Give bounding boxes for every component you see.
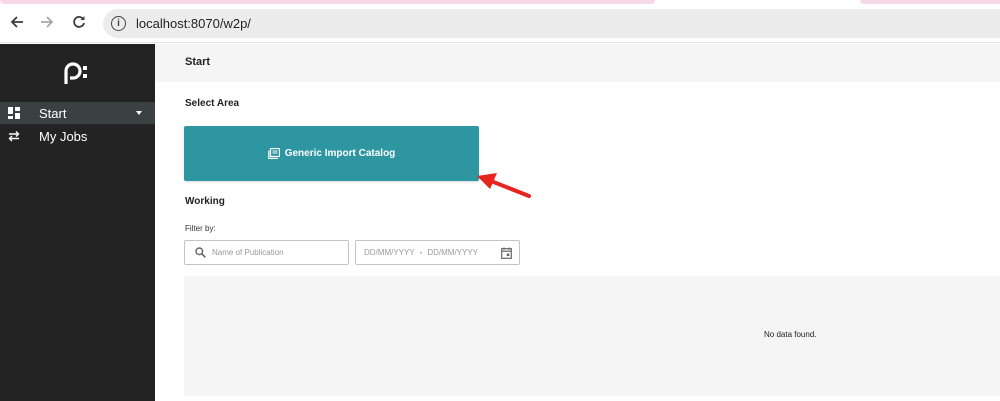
forward-button[interactable]: [37, 12, 57, 32]
date-to[interactable]: DD/MM/YYYY: [427, 248, 478, 257]
jobs-table: No data found.: [184, 276, 1000, 396]
publication-search-field[interactable]: [184, 240, 349, 265]
address-bar[interactable]: i localhost:8070/w2p/: [103, 9, 1000, 38]
generic-import-catalog-button[interactable]: Generic Import Catalog: [184, 126, 479, 181]
sidebar: Start My Jobs: [0, 44, 155, 401]
swap-icon: [8, 131, 20, 142]
page-header: Start: [155, 44, 1000, 82]
page-title: Start: [185, 56, 211, 68]
dashboard-icon: [8, 107, 20, 119]
empty-state-message: No data found.: [764, 330, 817, 339]
main-content: Start Select Area Generic Import Catalog…: [155, 44, 1000, 401]
url-text: localhost:8070/w2p/: [136, 16, 251, 31]
sidebar-item-label: Start: [39, 105, 67, 121]
browser-toolbar: i localhost:8070/w2p/: [0, 4, 1000, 43]
info-icon[interactable]: i: [111, 16, 126, 31]
chevron-down-icon[interactable]: [136, 111, 142, 115]
annotation-arrow-icon: [477, 173, 531, 198]
arrow-right-icon: [41, 16, 54, 28]
sidebar-item-my-jobs[interactable]: My Jobs: [0, 125, 155, 147]
filter-label: Filter by:: [185, 224, 216, 233]
catalog-icon: [267, 148, 280, 159]
date-separator: -: [419, 248, 423, 257]
reload-icon: [73, 16, 85, 28]
date-from[interactable]: DD/MM/YYYY: [364, 248, 415, 257]
sidebar-item-start[interactable]: Start: [0, 102, 155, 124]
calendar-icon[interactable]: [501, 247, 512, 259]
back-button[interactable]: [7, 12, 27, 32]
date-range-field[interactable]: DD/MM/YYYY - DD/MM/YYYY: [355, 240, 520, 265]
logo: [64, 62, 87, 84]
select-area-heading: Select Area: [185, 98, 240, 109]
arrow-left-icon: [10, 16, 23, 28]
sidebar-item-label: My Jobs: [39, 128, 88, 144]
search-icon: [195, 247, 206, 258]
working-heading: Working: [185, 196, 225, 207]
search-input[interactable]: [212, 248, 342, 257]
reload-button[interactable]: [69, 12, 89, 32]
catalog-card-label: Generic Import Catalog: [284, 148, 396, 159]
